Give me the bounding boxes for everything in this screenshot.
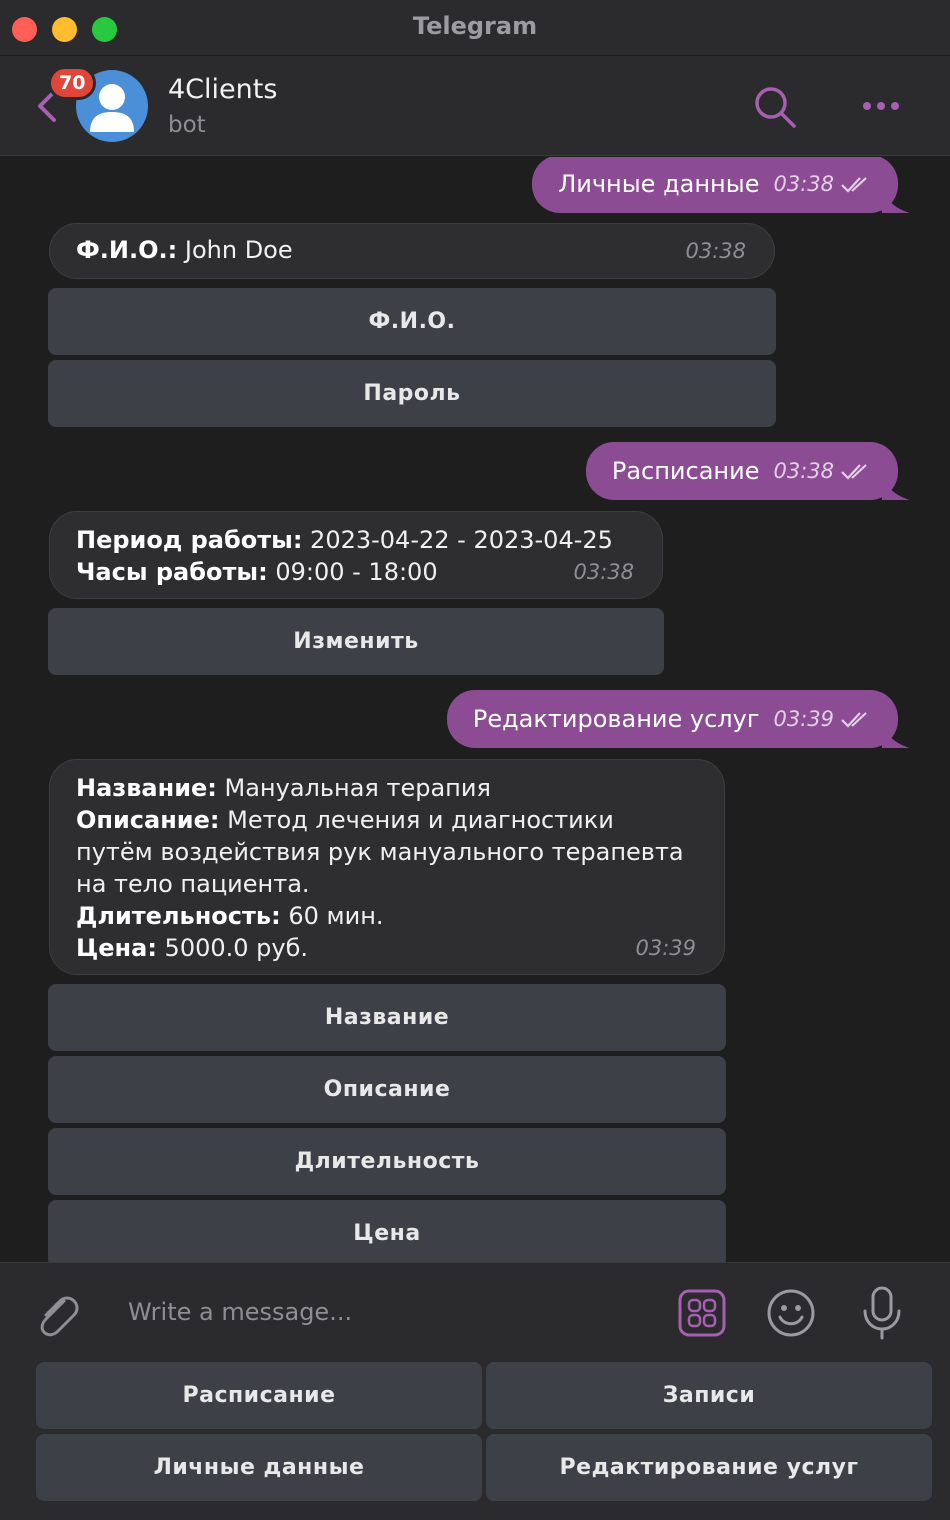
more-icon[interactable] (858, 94, 904, 118)
message-line: Описание: Метод лечения и диагностики пу… (76, 804, 698, 900)
bubble-tail (882, 191, 910, 213)
window-title: Telegram (412, 12, 538, 40)
field-label: Длительность: (76, 902, 281, 930)
field-value: 2023-04-22 - 2023-04-25 (302, 526, 613, 554)
message-line: Период работы: 2023-04-22 - 2023-04-25 (76, 524, 636, 556)
inline-button-change[interactable]: Изменить (48, 608, 664, 675)
inline-button-description[interactable]: Описание (48, 1056, 726, 1123)
reply-button-appointments[interactable]: Записи (486, 1362, 932, 1429)
message-time: 03:39 (635, 936, 696, 960)
message-time: 03:39 (773, 707, 834, 731)
bubble-tail (882, 478, 910, 500)
message-list[interactable]: Личные данные 03:38 Ф.И.О.: John Doe 03:… (0, 157, 950, 1262)
composer (0, 1262, 950, 1360)
field-value: Мануальная терапия (216, 774, 491, 802)
message-line: Цена: 5000.0 руб. (76, 932, 698, 964)
read-check-icon (841, 712, 867, 728)
outgoing-message[interactable]: Расписание 03:38 (585, 442, 910, 500)
read-check-icon (841, 464, 867, 480)
message-time: 03:38 (773, 459, 834, 483)
field-value: 60 мин. (280, 902, 384, 930)
mic-icon[interactable] (860, 1285, 904, 1341)
message-text: Личные данные (558, 170, 760, 198)
reply-button-edit-services[interactable]: Редактирование услуг (486, 1434, 932, 1501)
incoming-message[interactable]: Ф.И.О.: John Doe 03:38 (49, 223, 775, 279)
field-value: John Doe (177, 236, 293, 264)
bubble-tail (882, 726, 910, 748)
reply-keyboard: Расписание Записи Личные данные Редактир… (0, 1360, 950, 1520)
bot-commands-icon[interactable] (678, 1289, 726, 1337)
inline-button-price[interactable]: Цена (48, 1200, 726, 1262)
field-label: Цена: (76, 934, 157, 962)
field-label: Ф.И.О.: (76, 236, 178, 264)
field-value: 09:00 - 18:00 (267, 558, 438, 586)
message-text: Расписание (611, 457, 760, 485)
read-check-icon (841, 177, 867, 193)
attach-icon[interactable] (34, 1289, 82, 1339)
incoming-message[interactable]: Период работы: 2023-04-22 - 2023-04-25 Ч… (49, 511, 663, 599)
window-titlebar: Telegram (0, 0, 950, 56)
message-time: 03:38 (573, 560, 634, 584)
field-value: 5000.0 руб. (156, 934, 309, 962)
message-text: Редактирование услуг (472, 705, 760, 733)
incoming-message[interactable]: Название: Мануальная терапия Описание: М… (49, 759, 725, 975)
message-line: Название: Мануальная терапия (76, 772, 698, 804)
emoji-icon[interactable] (766, 1288, 816, 1338)
outgoing-message[interactable]: Личные данные 03:38 (532, 157, 910, 213)
field-label: Описание: (76, 806, 220, 834)
search-icon[interactable] (752, 84, 798, 130)
chat-header: 70 4Clients bot (0, 56, 950, 156)
inline-button-duration[interactable]: Длительность (48, 1128, 726, 1195)
reply-button-schedule[interactable]: Расписание (36, 1362, 482, 1429)
message-line: Часы работы: 09:00 - 18:00 (76, 556, 636, 588)
message-time: 03:38 (773, 172, 834, 196)
message-line: Длительность: 60 мин. (76, 900, 698, 932)
chat-title[interactable]: 4Clients (168, 74, 277, 105)
chat-subtitle: bot (168, 112, 206, 138)
field-label: Часы работы: (76, 558, 268, 586)
message-time: 03:38 (685, 239, 746, 263)
field-label: Период работы: (76, 526, 303, 554)
message-input[interactable] (128, 1287, 648, 1337)
field-label: Название: (76, 774, 217, 802)
inline-button-fio[interactable]: Ф.И.О. (48, 288, 776, 355)
outgoing-message[interactable]: Редактирование услуг 03:39 (446, 690, 910, 748)
reply-button-personal-data[interactable]: Личные данные (36, 1434, 482, 1501)
inline-button-name[interactable]: Название (48, 984, 726, 1051)
inline-button-password[interactable]: Пароль (48, 360, 776, 427)
unread-badge: 70 (48, 66, 97, 100)
